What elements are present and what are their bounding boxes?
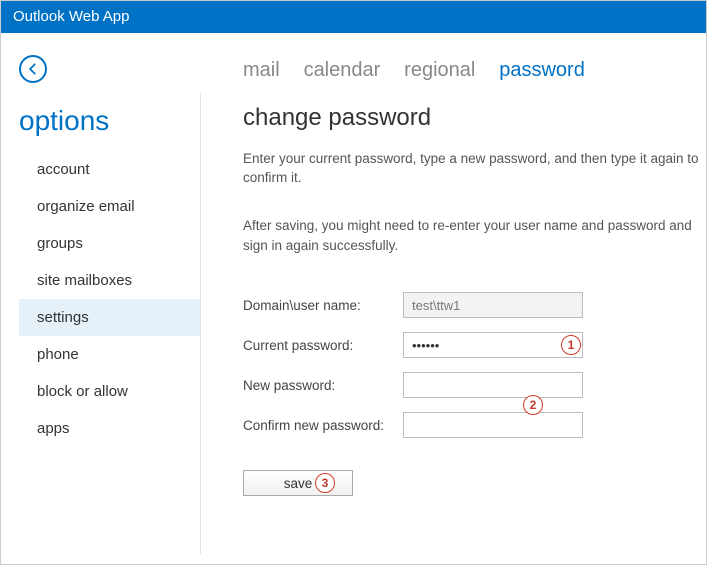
sidebar-item-site-mailboxes[interactable]: site mailboxes [19,262,201,299]
main-panel: mail calendar regional password change p… [201,33,706,564]
sidebar-item-block-or-allow[interactable]: block or allow [19,373,201,410]
sidebar-item-settings[interactable]: settings [19,299,201,336]
label-domain: Domain\user name: [243,298,403,313]
sidebar-item-organize-email[interactable]: organize email [19,188,201,225]
input-confirm-password[interactable] [403,412,583,438]
tab-calendar[interactable]: calendar [304,59,381,82]
save-button[interactable]: save [243,470,353,496]
page-heading: change password [243,104,706,132]
label-new-password: New password: [243,378,403,393]
row-domain: Domain\user name: [243,292,706,318]
row-current-password: Current password: 1 [243,332,706,358]
app-title: Outlook Web App [13,8,129,25]
tab-password[interactable]: password [499,59,585,82]
row-new-password: New password: [243,372,706,398]
label-current-password: Current password: [243,338,403,353]
instruction-1: Enter your current password, type a new … [243,150,706,188]
instruction-2: After saving, you might need to re-enter… [243,216,706,257]
row-save: save 3 [243,470,706,496]
title-bar: Outlook Web App [1,1,706,33]
label-confirm-password: Confirm new password: [243,418,403,433]
arrow-left-icon [26,62,40,76]
sidebar: options account organize email groups si… [1,33,201,564]
tab-bar: mail calendar regional password [243,59,706,82]
input-current-password[interactable] [403,332,583,358]
content-area: options account organize email groups si… [1,33,706,564]
row-confirm-password: Confirm new password: 2 [243,412,706,438]
input-new-password[interactable] [403,372,583,398]
sidebar-item-apps[interactable]: apps [19,410,201,447]
tab-mail[interactable]: mail [243,59,280,82]
back-button[interactable] [19,55,47,83]
sidebar-item-phone[interactable]: phone [19,336,201,373]
sidebar-list: account organize email groups site mailb… [19,151,201,447]
tab-regional[interactable]: regional [404,59,475,82]
sidebar-item-account[interactable]: account [19,151,201,188]
input-domain [403,292,583,318]
sidebar-heading: options [19,105,201,137]
sidebar-item-groups[interactable]: groups [19,225,201,262]
